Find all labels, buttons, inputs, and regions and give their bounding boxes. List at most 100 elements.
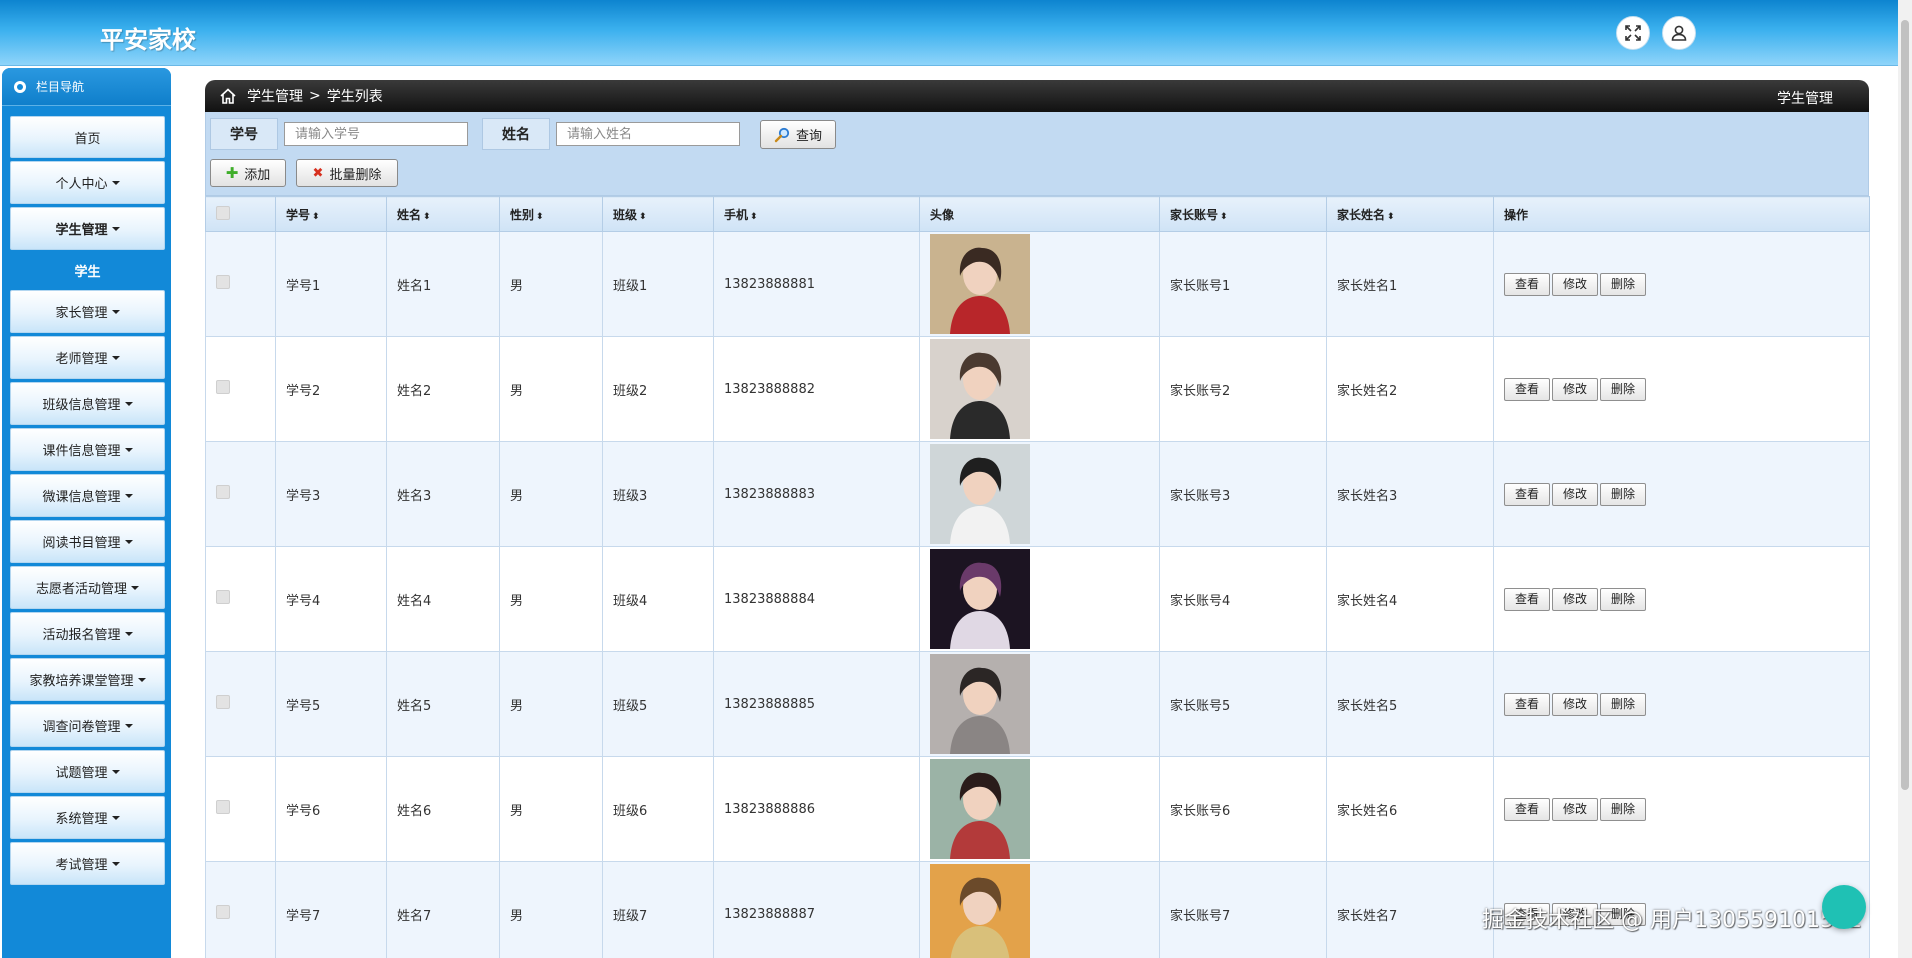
sidebar-item-volunteer-mgmt[interactable]: 志愿者活动管理 bbox=[10, 566, 165, 609]
delete-button[interactable]: 删除 bbox=[1600, 797, 1647, 821]
sidebar-item-courseware-mgmt[interactable]: 课件信息管理 bbox=[10, 428, 165, 471]
sidebar-item-microcourse-mgmt[interactable]: 微课信息管理 bbox=[10, 474, 165, 517]
sidebar-item-label: 老师管理 bbox=[55, 352, 108, 367]
breadcrumb-level2: 学生列表 bbox=[326, 89, 383, 105]
name-input[interactable] bbox=[556, 122, 740, 146]
parent-name-cell: 家长姓名7 bbox=[1326, 861, 1494, 958]
column-header-class[interactable]: 班级 ⬍ bbox=[602, 196, 714, 232]
user-button[interactable] bbox=[1662, 16, 1696, 50]
avatar-cell bbox=[919, 756, 1160, 862]
column-header-label: 手机 bbox=[724, 207, 749, 222]
student-no-label: 学号 bbox=[210, 118, 278, 150]
batch-delete-button[interactable]: ✖ 批量删除 bbox=[296, 159, 398, 187]
row-checkbox[interactable] bbox=[216, 275, 230, 289]
caret-down-icon bbox=[111, 815, 120, 820]
row-select-cell[interactable] bbox=[205, 441, 276, 547]
select-all-checkbox[interactable] bbox=[216, 205, 230, 220]
delete-button[interactable]: 删除 bbox=[1600, 587, 1647, 611]
edit-button[interactable]: 修改 bbox=[1552, 482, 1599, 506]
sidebar-item-label: 个人中心 bbox=[55, 177, 108, 192]
avatar bbox=[930, 444, 1030, 544]
sidebar-item-label: 微课信息管理 bbox=[42, 490, 121, 505]
caret-down-icon bbox=[124, 631, 133, 636]
column-header-parent-name[interactable]: 家长姓名 ⬍ bbox=[1326, 196, 1494, 232]
delete-button[interactable]: 删除 bbox=[1600, 272, 1647, 296]
column-header-gender[interactable]: 性别 ⬍ bbox=[499, 196, 603, 232]
table-row: 学号1 姓名1 男班级1 13823888881 家长账号1 家长姓名1 查看 修改 删除 bbox=[205, 231, 1870, 337]
parent-name-cell: 家长姓名4 bbox=[1326, 546, 1494, 652]
sidebar-item-reading-mgmt[interactable]: 阅读书目管理 bbox=[10, 520, 165, 563]
sidebar-item-question-mgmt[interactable]: 试题管理 bbox=[10, 750, 165, 793]
row-checkbox[interactable] bbox=[216, 380, 230, 394]
view-button[interactable]: 查看 bbox=[1504, 272, 1551, 296]
plus-icon: ✚ bbox=[225, 163, 239, 182]
sidebar-item-classroom-mgmt[interactable]: 家教培养课堂管理 bbox=[10, 658, 165, 701]
caret-down-icon bbox=[111, 769, 120, 774]
name-cell: 姓名6 bbox=[386, 756, 500, 862]
home-icon[interactable] bbox=[219, 87, 247, 105]
view-button[interactable]: 查看 bbox=[1504, 377, 1551, 401]
row-select-cell[interactable] bbox=[205, 231, 276, 337]
avatar-cell bbox=[919, 231, 1160, 337]
breadcrumb-separator: > bbox=[309, 88, 321, 104]
sidebar-item-exam-mgmt[interactable]: 考试管理 bbox=[10, 842, 165, 885]
sidebar-subitem-student[interactable]: 学生 bbox=[10, 250, 165, 290]
delete-button[interactable]: 删除 bbox=[1600, 692, 1647, 716]
sidebar-item-home[interactable]: 首页 bbox=[10, 116, 165, 158]
row-checkbox[interactable] bbox=[216, 800, 230, 814]
column-header-avatar: 头像 bbox=[919, 196, 1160, 232]
gender-cell: 男 bbox=[499, 336, 603, 442]
floating-help-button[interactable] bbox=[1822, 885, 1866, 929]
sidebar-item-student-mgmt[interactable]: 学生管理 bbox=[10, 207, 165, 250]
view-button[interactable]: 查看 bbox=[1504, 587, 1551, 611]
row-checkbox[interactable] bbox=[216, 905, 230, 919]
sidebar-item-system-mgmt[interactable]: 系统管理 bbox=[10, 796, 165, 839]
student-table: 学号 ⬍ 姓名 ⬍ 性别 ⬍ 班级 ⬍ 手机 ⬍ 头像 家长账号 ⬍ 家长姓名 ⬍ 操作 学号… bbox=[205, 196, 1870, 958]
student-no-input[interactable] bbox=[284, 122, 468, 146]
sidebar-item-parent-mgmt[interactable]: 家长管理 bbox=[10, 290, 165, 333]
avatar-cell bbox=[919, 441, 1160, 547]
sidebar-item-survey-mgmt[interactable]: 调查问卷管理 bbox=[10, 704, 165, 747]
sidebar-item-personal[interactable]: 个人中心 bbox=[10, 161, 165, 204]
row-select-cell[interactable] bbox=[205, 336, 276, 442]
row-select-cell[interactable] bbox=[205, 756, 276, 862]
add-button[interactable]: ✚ 添加 bbox=[210, 159, 286, 187]
sidebar-item-teacher-mgmt[interactable]: 老师管理 bbox=[10, 336, 165, 379]
view-button[interactable]: 查看 bbox=[1504, 482, 1551, 506]
row-checkbox[interactable] bbox=[216, 695, 230, 709]
row-select-cell[interactable] bbox=[205, 651, 276, 757]
name-cell: 姓名3 bbox=[386, 441, 500, 547]
column-header-student-no[interactable]: 学号 ⬍ bbox=[275, 196, 387, 232]
column-header-parent-account[interactable]: 家长账号 ⬍ bbox=[1159, 196, 1327, 232]
scrollbar-thumb[interactable] bbox=[1901, 20, 1909, 790]
edit-button[interactable]: 修改 bbox=[1552, 797, 1599, 821]
sidebar-item-label: 活动报名管理 bbox=[42, 628, 121, 643]
edit-button[interactable]: 修改 bbox=[1552, 272, 1599, 296]
sidebar-item-signup-mgmt[interactable]: 活动报名管理 bbox=[10, 612, 165, 655]
row-checkbox[interactable] bbox=[216, 590, 230, 604]
select-all-header[interactable] bbox=[205, 196, 276, 232]
column-header-phone[interactable]: 手机 ⬍ bbox=[713, 196, 920, 232]
edit-button[interactable]: 修改 bbox=[1552, 587, 1599, 611]
sidebar-item-label: 阅读书目管理 bbox=[42, 536, 121, 551]
query-button[interactable]: 查询 bbox=[760, 120, 836, 149]
sidebar-item-class-mgmt[interactable]: 班级信息管理 bbox=[10, 382, 165, 425]
class-cell: 班级3 bbox=[602, 441, 714, 547]
edit-button[interactable]: 修改 bbox=[1552, 377, 1599, 401]
breadcrumb-level1[interactable]: 学生管理 bbox=[247, 86, 303, 106]
view-button[interactable]: 查看 bbox=[1504, 797, 1551, 821]
parent-name-cell: 家长姓名5 bbox=[1326, 651, 1494, 757]
delete-button[interactable]: 删除 bbox=[1600, 377, 1647, 401]
edit-button[interactable]: 修改 bbox=[1552, 692, 1599, 716]
row-select-cell[interactable] bbox=[205, 546, 276, 652]
nav-list: 首页 个人中心 学生管理 学生 家长管理 老师管理 班级信息管理 课件信息管理 … bbox=[2, 116, 171, 885]
view-button[interactable]: 查看 bbox=[1504, 692, 1551, 716]
sidebar-item-label: 试题管理 bbox=[55, 766, 108, 781]
row-select-cell[interactable] bbox=[205, 861, 276, 958]
delete-button[interactable]: 删除 bbox=[1600, 482, 1647, 506]
avatar-cell bbox=[919, 336, 1160, 442]
fullscreen-button[interactable] bbox=[1616, 16, 1650, 50]
row-checkbox[interactable] bbox=[216, 485, 230, 499]
column-header-name[interactable]: 姓名 ⬍ bbox=[386, 196, 500, 232]
page-scrollbar[interactable] bbox=[1898, 0, 1912, 958]
